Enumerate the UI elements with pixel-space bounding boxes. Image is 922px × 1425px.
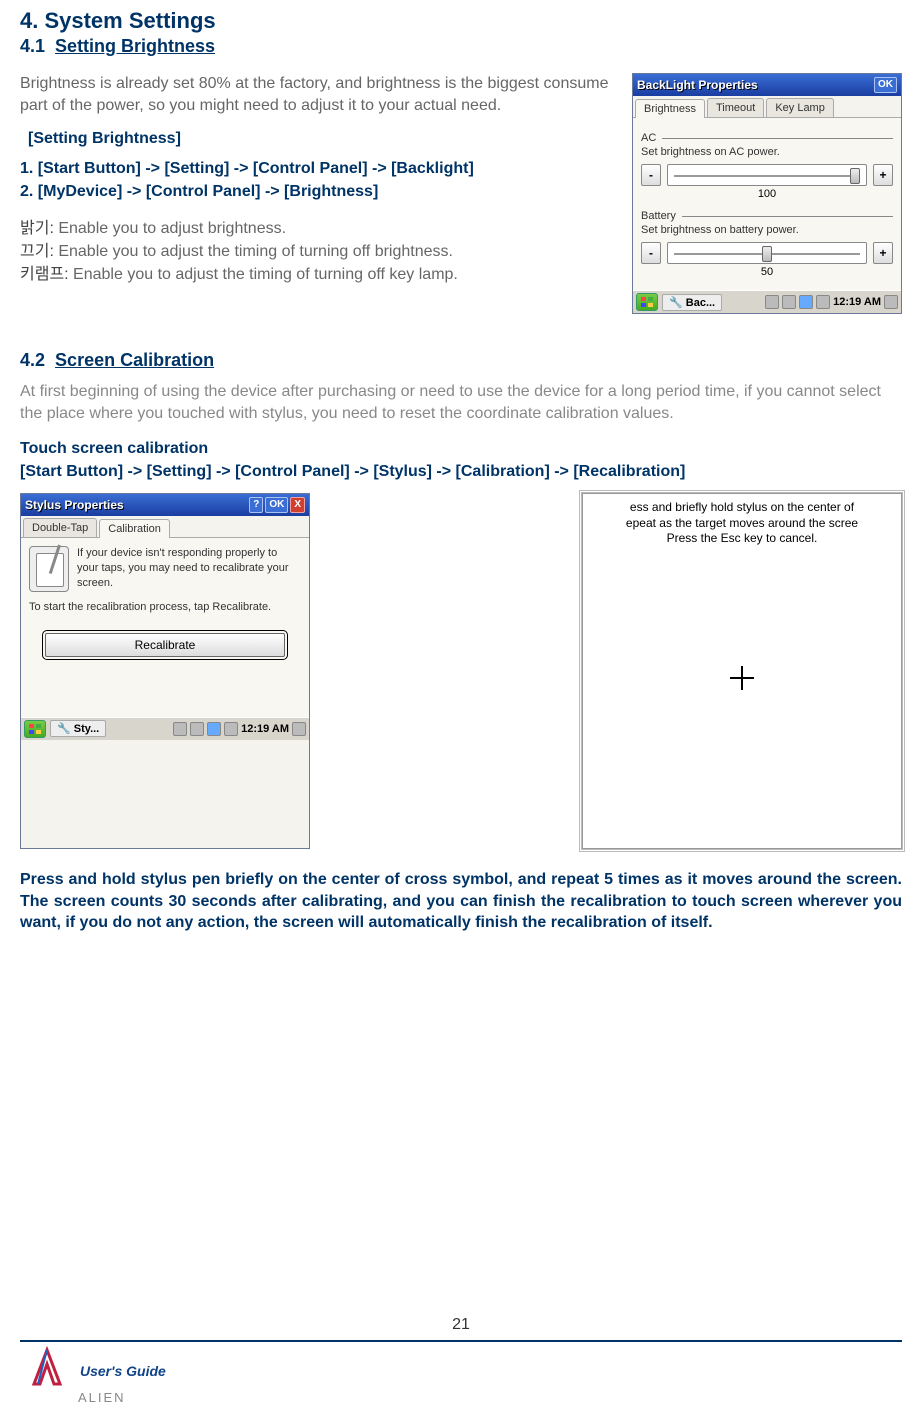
start-button-icon[interactable] bbox=[636, 293, 658, 311]
battery-hint: Set brightness on battery power. bbox=[641, 224, 893, 236]
tray-icon[interactable] bbox=[292, 722, 306, 736]
def-brightness-text: Enable you to adjust brightness. bbox=[54, 220, 286, 237]
bat-minus-button[interactable]: - bbox=[641, 242, 661, 264]
backlight-dialog: BackLight Properties OK Brightness Timeo… bbox=[632, 73, 902, 314]
tray-icon[interactable] bbox=[799, 295, 813, 309]
page-number: 21 bbox=[20, 1316, 902, 1334]
heading-4-1: 4.1 Setting Brightness bbox=[20, 36, 902, 57]
intro-41: Brightness is already set 80% at the fac… bbox=[20, 73, 616, 116]
tab-double-tap[interactable]: Double-Tap bbox=[23, 518, 97, 537]
def-brightness-label: 밝기: bbox=[20, 220, 54, 237]
ok-button[interactable]: OK bbox=[874, 77, 897, 93]
bat-slider[interactable] bbox=[667, 242, 867, 264]
heading-4-2: 4.2 Screen Calibration bbox=[20, 350, 902, 371]
stylus-icon bbox=[29, 546, 69, 592]
stylus-title: Stylus Properties bbox=[25, 498, 124, 512]
bat-plus-button[interactable]: + bbox=[873, 242, 893, 264]
ac-value: 100 bbox=[641, 188, 893, 200]
taskbar-app[interactable]: 🔧 Sty... bbox=[50, 720, 106, 737]
tray-icon[interactable] bbox=[884, 295, 898, 309]
users-guide-label: User's Guide bbox=[80, 1363, 166, 1379]
stylus-msg1: If your device isn't responding properly… bbox=[77, 546, 301, 592]
recalibrate-button[interactable]: Recalibrate bbox=[45, 633, 285, 657]
def-off-text: Enable you to adjust the timing of turni… bbox=[54, 243, 453, 260]
tray-icon[interactable] bbox=[765, 295, 779, 309]
tab-brightness[interactable]: Brightness bbox=[635, 99, 705, 118]
heading-4: 4. System Settings bbox=[20, 8, 902, 34]
section-num: 4.2 bbox=[20, 350, 45, 370]
tray-icon[interactable] bbox=[224, 722, 238, 736]
tray-icon[interactable] bbox=[782, 295, 796, 309]
def-keylamp-label: 키램프: bbox=[20, 266, 69, 283]
nav-step-1: 1. [Start Button] -> [Setting] -> [Contr… bbox=[20, 158, 616, 180]
taskbar-clock: 12:19 AM bbox=[833, 296, 881, 308]
battery-group-label: Battery bbox=[641, 210, 676, 222]
ac-group-label: AC bbox=[641, 132, 656, 144]
crosshair-icon[interactable] bbox=[730, 666, 754, 690]
tab-keylamp[interactable]: Key Lamp bbox=[766, 98, 834, 117]
ac-slider[interactable] bbox=[667, 164, 867, 186]
tab-calibration[interactable]: Calibration bbox=[99, 519, 170, 538]
brand-name: ALIEN bbox=[78, 1390, 902, 1405]
taskbar-app[interactable]: 🔧 Bac... bbox=[662, 294, 722, 311]
page-footer: 21 User's Guide ALIEN bbox=[20, 1316, 902, 1405]
def-keylamp-text: Enable you to adjust the timing of turni… bbox=[69, 266, 458, 283]
intro-42: At first beginning of using the device a… bbox=[20, 381, 902, 424]
touch-screen-calibration-label: Touch screen calibration bbox=[20, 438, 902, 460]
section-title: Screen Calibration bbox=[55, 350, 214, 370]
def-off-label: 끄기: bbox=[20, 243, 54, 260]
section-title: Setting Brightness bbox=[55, 36, 215, 56]
taskbar-clock: 12:19 AM bbox=[241, 723, 289, 735]
start-button-icon[interactable] bbox=[24, 720, 46, 738]
brand-logo-icon bbox=[20, 1344, 74, 1398]
calibration-screen[interactable]: ess and briefly hold stylus on the cente… bbox=[582, 493, 902, 849]
calib-line3: Press the Esc key to cancel. bbox=[589, 531, 895, 547]
tray-icon[interactable] bbox=[190, 722, 204, 736]
tray-icon[interactable] bbox=[173, 722, 187, 736]
ac-plus-button[interactable]: + bbox=[873, 164, 893, 186]
subhead-setting-brightness: [Setting Brightness] bbox=[28, 130, 616, 148]
calib-line2: epeat as the target moves around the scr… bbox=[589, 516, 895, 532]
ac-hint: Set brightness on AC power. bbox=[641, 146, 893, 158]
calib-line1: ess and briefly hold stylus on the cente… bbox=[589, 500, 895, 516]
tray-icon[interactable] bbox=[816, 295, 830, 309]
help-button[interactable]: ? bbox=[249, 497, 263, 513]
ok-button[interactable]: OK bbox=[265, 497, 288, 513]
stylus-msg2: To start the recalibration process, tap … bbox=[21, 600, 309, 623]
tray-icon[interactable] bbox=[207, 722, 221, 736]
close-button[interactable]: X bbox=[290, 497, 305, 513]
section-num: 4.1 bbox=[20, 36, 45, 56]
press-note: Press and hold stylus pen briefly on the… bbox=[20, 869, 902, 934]
backlight-title: BackLight Properties bbox=[637, 78, 758, 92]
tab-timeout[interactable]: Timeout bbox=[707, 98, 764, 117]
stylus-dialog: Stylus Properties ? OK X Double-Tap Cali… bbox=[20, 493, 310, 849]
nav-step-2: 2. [MyDevice] -> [Control Panel] -> [Bri… bbox=[20, 181, 616, 203]
ac-minus-button[interactable]: - bbox=[641, 164, 661, 186]
calibration-path: [Start Button] -> [Setting] -> [Control … bbox=[20, 461, 902, 483]
bat-value: 50 bbox=[641, 266, 893, 278]
